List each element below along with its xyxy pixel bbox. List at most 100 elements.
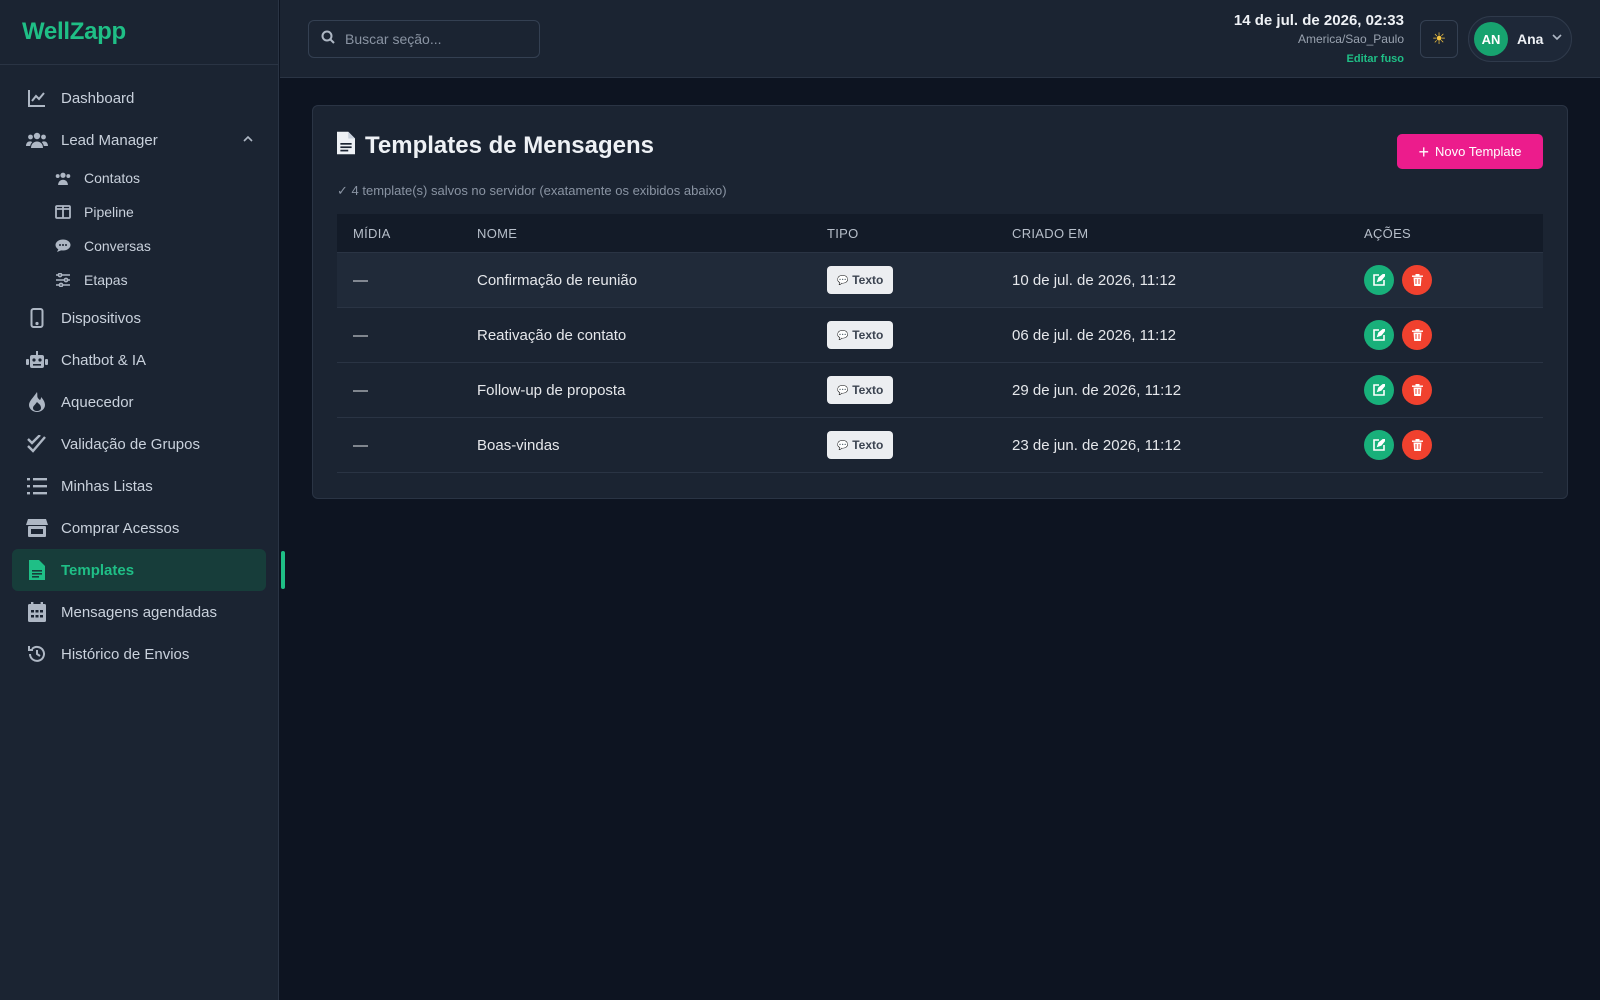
actions-cell <box>1364 320 1543 350</box>
sidebar-item-label: Conversas <box>84 238 151 254</box>
search-box[interactable] <box>308 20 540 58</box>
edit-icon <box>1373 439 1385 451</box>
datetime-display: 14 de jul. de 2026, 02:33 America/Sao_Pa… <box>1234 12 1404 65</box>
created-cell: 10 de jul. de 2026, 11:12 <box>1012 271 1177 289</box>
templates-card: Templates de Mensagens + Novo Template ✓… <box>312 105 1568 499</box>
edit-icon <box>1373 274 1385 286</box>
brand-logo[interactable]: WellZapp <box>0 0 278 65</box>
sidebar-item-etapas[interactable]: Etapas <box>12 263 266 297</box>
column-header-actions: AÇÕES <box>1364 225 1412 241</box>
sidebar-item-historico-envios[interactable]: Histórico de Envios <box>12 633 266 675</box>
avatar: AN <box>1474 22 1508 56</box>
name-cell: Confirmação de reunião <box>477 271 638 289</box>
table-row: — Confirmação de reunião 💬 Texto 10 de ju… <box>337 253 1543 308</box>
edit-button[interactable] <box>1364 265 1394 295</box>
sidebar-item-label: Dashboard <box>61 89 135 107</box>
actions-cell <box>1364 265 1543 295</box>
sidebar-item-chatbot[interactable]: Chatbot & IA <box>12 339 266 381</box>
delete-button[interactable] <box>1402 375 1432 405</box>
type-label: Texto <box>852 273 884 287</box>
trash-icon <box>1411 329 1423 341</box>
table-row: — Reativação de contato 💬 Texto 06 de jul… <box>337 308 1543 363</box>
sliders-icon <box>54 271 72 289</box>
type-badge: 💬 Texto <box>827 376 894 404</box>
sidebar-item-comprar-acessos[interactable]: Comprar Acessos <box>12 507 266 549</box>
type-badge: 💬 Texto <box>827 266 894 294</box>
sidebar-item-label: Minhas Listas <box>61 477 153 495</box>
new-template-button[interactable]: + Novo Template <box>1397 134 1543 169</box>
calendar-icon <box>26 601 48 623</box>
sidebar-item-contatos[interactable]: Contatos <box>12 161 266 195</box>
sidebar-item-label: Mensagens agendadas <box>61 603 217 621</box>
edit-button[interactable] <box>1364 320 1394 350</box>
actions-cell <box>1364 430 1543 460</box>
page-title: Templates de Mensagens <box>365 131 654 159</box>
trash-icon <box>1411 274 1423 286</box>
sidebar-item-dashboard[interactable]: Dashboard <box>12 77 266 119</box>
sidebar-item-label: Validação de Grupos <box>61 435 200 453</box>
sidebar-item-validacao-grupos[interactable]: Validação de Grupos <box>12 423 266 465</box>
sidebar-item-label: Pipeline <box>84 204 134 220</box>
delete-button[interactable] <box>1402 265 1432 295</box>
store-icon <box>26 517 48 539</box>
sidebar-item-pipeline[interactable]: Pipeline <box>12 195 266 229</box>
sidebar-item-templates[interactable]: Templates <box>12 549 285 591</box>
file-icon <box>26 559 48 581</box>
name-cell: Follow-up de proposta <box>477 381 626 399</box>
user-name: Ana <box>1517 31 1544 47</box>
edit-button[interactable] <box>1364 430 1394 460</box>
topbar: 14 de jul. de 2026, 02:33 America/Sao_Pa… <box>280 0 1600 78</box>
sidebar-item-label: Comprar Acessos <box>61 519 180 537</box>
type-label: Texto <box>852 438 884 452</box>
templates-table: MÍDIA NOME TIPO CRIADO EM AÇÕES — Confir… <box>337 214 1543 473</box>
fire-icon <box>26 391 48 413</box>
media-cell: — <box>353 381 368 399</box>
sidebar-item-mensagens-agendadas[interactable]: Mensagens agendadas <box>12 591 266 633</box>
type-badge: 💬 Texto <box>827 431 894 459</box>
delete-button[interactable] <box>1402 320 1432 350</box>
chat-icon <box>54 237 72 255</box>
type-badge: 💬 Texto <box>827 321 894 349</box>
edit-timezone-link[interactable]: Editar fuso <box>1234 53 1404 65</box>
actions-cell <box>1364 375 1543 405</box>
list-icon <box>26 475 48 497</box>
type-label: Texto <box>852 383 884 397</box>
sidebar-item-dispositivos[interactable]: Dispositivos <box>12 297 266 339</box>
sidebar-item-label: Aquecedor <box>61 393 134 411</box>
column-header-media: MÍDIA <box>353 225 391 241</box>
theme-toggle-button[interactable]: ☀ <box>1420 20 1458 58</box>
created-cell: 23 de jun. de 2026, 11:12 <box>1012 436 1182 454</box>
sidebar-item-conversas[interactable]: Conversas <box>12 229 266 263</box>
robot-icon <box>26 349 48 371</box>
chat-icon: 💬 <box>837 384 849 395</box>
chat-icon: 💬 <box>837 329 849 340</box>
type-cell: 💬 Texto <box>827 376 1012 404</box>
sidebar-item-label: Lead Manager <box>61 131 158 149</box>
edit-icon <box>1373 384 1385 396</box>
sidebar-item-aquecedor[interactable]: Aquecedor <box>12 381 266 423</box>
media-cell: — <box>353 436 368 454</box>
chevron-up-icon[interactable] <box>242 132 254 149</box>
chevron-down-icon <box>1551 30 1563 48</box>
media-cell: — <box>353 326 368 344</box>
type-cell: 💬 Texto <box>827 266 1012 294</box>
sidebar-item-label: Templates <box>61 561 135 579</box>
trash-icon <box>1411 439 1423 451</box>
sidebar: WellZapp Dashboard Lead Manager Contatos <box>0 0 285 1000</box>
sidebar-item-label: Dispositivos <box>61 309 142 327</box>
sidebar-item-lead-manager[interactable]: Lead Manager <box>12 119 266 161</box>
user-menu[interactable]: AN Ana <box>1468 16 1572 62</box>
trash-icon <box>1411 384 1423 396</box>
chat-icon: 💬 <box>837 439 849 450</box>
search-input[interactable] <box>345 31 525 47</box>
media-cell: — <box>353 271 368 289</box>
sidebar-item-label: Contatos <box>84 170 141 186</box>
created-cell: 29 de jun. de 2026, 11:12 <box>1012 381 1182 399</box>
edit-button[interactable] <box>1364 375 1394 405</box>
contacts-icon <box>54 169 72 187</box>
table-row: — Boas-vindas 💬 Texto 23 de jun. de 2026,… <box>337 418 1543 473</box>
current-datetime: 14 de jul. de 2026, 02:33 <box>1233 12 1404 29</box>
delete-button[interactable] <box>1402 430 1432 460</box>
sidebar-item-minhas-listas[interactable]: Minhas Listas <box>12 465 266 507</box>
new-template-label: Novo Template <box>1435 144 1522 159</box>
